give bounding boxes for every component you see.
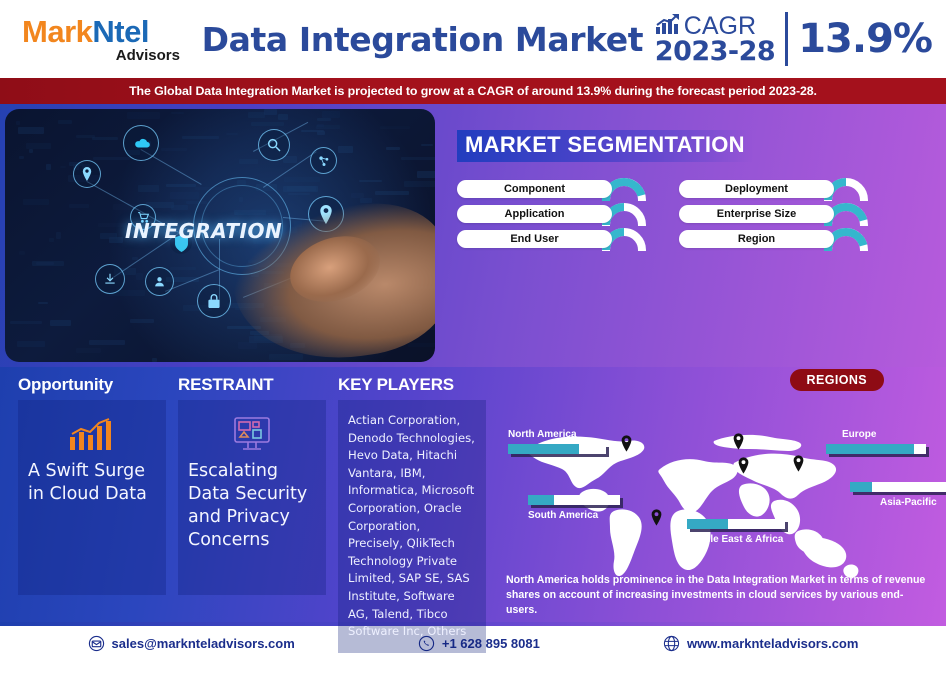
header: MarkNtel Advisors Data Integration Marke… <box>0 0 946 78</box>
map-pin-middle-east <box>738 457 749 474</box>
brand-logo: MarkNtel Advisors <box>0 16 190 63</box>
segment-component[interactable]: Component <box>457 179 612 198</box>
regions-note: North America holds prominence in the Da… <box>506 573 926 616</box>
region-bar-track <box>826 444 926 454</box>
opportunity-text: A Swift Surge in Cloud Data <box>28 461 147 505</box>
opportunity-card: Opportunity A Swift Surge in Cloud Data <box>18 375 166 622</box>
region-label: South America <box>528 510 599 521</box>
map-pin-south-america <box>651 509 662 526</box>
headline-banner: The Global Data Integration Market is pr… <box>0 78 946 104</box>
segment-region[interactable]: Region <box>679 229 834 248</box>
user-icon <box>145 267 174 296</box>
market-segmentation-section: MARKET SEGMENTATION Component Applicatio… <box>435 104 946 367</box>
region-asia-pacific: Asia-Pacific <box>850 482 946 508</box>
envelope-icon <box>88 635 105 652</box>
region-bar-track <box>687 519 785 529</box>
regions-map-section: REGIONS North America South America Euro… <box>492 367 946 622</box>
region-label: North America <box>508 429 577 440</box>
segment-enterprise-size[interactable]: Enterprise Size <box>679 204 834 223</box>
region-bar-track <box>508 444 606 454</box>
region-bar-fill <box>826 444 914 454</box>
region-label: Middle East & Africa <box>687 534 784 545</box>
footer-website-text: www.marknteladvisors.com <box>686 635 859 651</box>
share-network-icon <box>310 147 337 174</box>
map-pin-asia-pacific <box>793 455 804 472</box>
cagr-divider <box>785 12 789 66</box>
segment-application[interactable]: Application <box>457 204 612 223</box>
region-north-america: North America <box>508 429 606 454</box>
top-section: INTEGRATION MARKET SEGMENTATION Componen… <box>0 104 946 367</box>
segment-deployment[interactable]: Deployment <box>679 179 834 198</box>
region-label: Asia-Pacific <box>880 497 937 508</box>
infographic-page: MarkNtel Advisors Data Integration Marke… <box>0 0 946 674</box>
cagr-value: 13.9% <box>798 16 933 62</box>
cloud-icon <box>123 125 159 161</box>
bottom-section: Opportunity A Swift Surge in Cloud Data … <box>0 367 946 653</box>
region-bar-fill <box>508 444 579 454</box>
region-europe: Europe <box>826 429 926 454</box>
region-south-america: South America <box>528 495 620 521</box>
segmentation-title: MARKET SEGMENTATION <box>457 130 753 162</box>
globe-icon <box>663 635 680 652</box>
download-icon <box>95 264 125 294</box>
key-players-card: KEY PLAYERS Actian Corporation, Denodo T… <box>338 375 486 653</box>
restraint-text: Escalating Data Security and Privacy Con… <box>188 461 308 551</box>
region-bar-fill <box>850 482 872 492</box>
page-title: Data Integration Market <box>201 19 644 59</box>
region-label: Europe <box>842 429 877 440</box>
footer-website[interactable]: www.marknteladvisors.com <box>663 635 858 652</box>
region-bar-fill <box>528 495 554 505</box>
key-players-text: Actian Corporation, Denodo Technologies,… <box>348 413 475 639</box>
logo-ntel-text: Ntel <box>92 13 149 49</box>
cagr-years: 2023-28 <box>654 35 776 67</box>
restraint-card: RESTRAINT Escalating Data Security and P… <box>178 375 326 622</box>
map-pin-europe <box>733 433 744 450</box>
region-bar-fill <box>687 519 729 529</box>
key-players-title: KEY PLAYERS <box>338 375 454 394</box>
logo-mark-text: Mark <box>22 13 93 49</box>
restraint-title: RESTRAINT <box>178 375 274 394</box>
hero-image: INTEGRATION <box>5 109 435 362</box>
footer-email-text: sales@marknteladvisors.com <box>111 635 295 651</box>
map-pin-icon <box>73 160 101 188</box>
map-pin-north-america <box>621 435 632 452</box>
segmentation-column-right: Deployment Enterprise Size Region <box>679 177 877 255</box>
region-bar-track <box>850 482 946 492</box>
monitor-security-icon <box>188 412 316 456</box>
growth-bar-chart-icon <box>28 412 156 456</box>
cagr-block: CAGR 2023-28 13.9% <box>655 12 946 66</box>
headline-banner-text: The Global Data Integration Market is pr… <box>129 84 817 98</box>
segment-end-user[interactable]: End User <box>457 229 612 248</box>
regions-badge: REGIONS <box>789 369 884 391</box>
cagr-label: CAGR <box>683 12 757 41</box>
logo-subtitle: Advisors <box>115 46 180 64</box>
lock-icon <box>197 284 231 318</box>
insight-cards: Opportunity A Swift Surge in Cloud Data … <box>0 367 492 653</box>
region-bar-track <box>528 495 620 505</box>
chart-arrow-icon <box>655 13 681 39</box>
search-icon <box>258 129 290 161</box>
segmentation-column-left: Component Application End User <box>457 177 655 255</box>
footer-email[interactable]: sales@marknteladvisors.com <box>88 635 295 652</box>
logo-wordmark: MarkNtel <box>22 16 190 47</box>
opportunity-title: Opportunity <box>18 375 114 394</box>
region-middle-east-africa: Middle East & Africa <box>687 519 785 545</box>
